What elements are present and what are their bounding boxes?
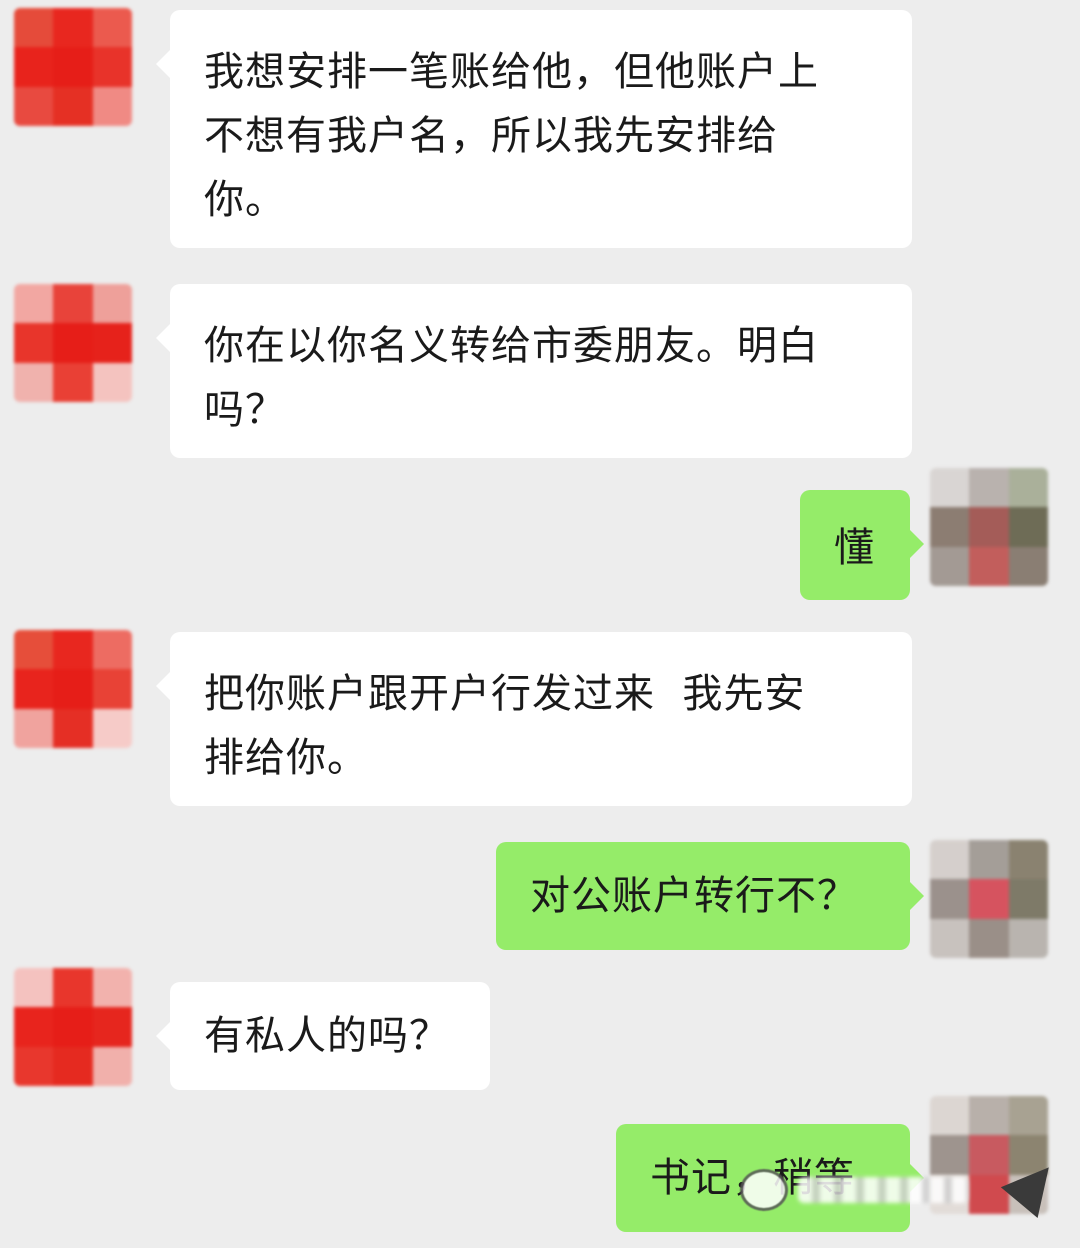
user-avatar[interactable]: [930, 468, 1048, 586]
message-bubble-incoming[interactable]: 你在以你名义转给市委朋友。明白 吗？: [156, 284, 912, 458]
message-bubble-incoming[interactable]: 有私人的吗？: [156, 982, 490, 1090]
message-text: 对公账户转行不？: [530, 873, 858, 919]
message-bubble-outgoing[interactable]: 对公账户转行不？: [496, 842, 924, 950]
wechat-logo-icon: [740, 1169, 788, 1211]
watermark-text-blurred: [798, 1177, 968, 1203]
contact-avatar[interactable]: [14, 630, 132, 748]
user-avatar[interactable]: [930, 840, 1048, 958]
message-text: 有私人的吗？: [204, 1013, 450, 1059]
message-text: 我想安排一笔账给他，但他账户上 不想有我户名，所以我先安排给 你。: [204, 49, 819, 223]
contact-avatar[interactable]: [14, 8, 132, 126]
message-text: 把你账户跟开户行发过来 我先安 排给你。: [204, 671, 806, 781]
message-text: 你在以你名义转给市委朋友。明白 吗？: [204, 323, 819, 433]
message-text: 懂: [834, 525, 875, 571]
message-bubble-outgoing[interactable]: 懂: [800, 490, 924, 600]
message-bubble-incoming[interactable]: 把你账户跟开户行发过来 我先安 排给你。: [156, 632, 912, 806]
watermark: [740, 1160, 1000, 1220]
contact-avatar[interactable]: [14, 284, 132, 402]
message-bubble-incoming[interactable]: 我想安排一笔账给他，但他账户上 不想有我户名，所以我先安排给 你。: [156, 10, 912, 248]
contact-avatar[interactable]: [14, 968, 132, 1086]
chat-conversation: 我想安排一笔账给他，但他账户上 不想有我户名，所以我先安排给 你。 你在以你名义…: [0, 0, 1080, 1248]
